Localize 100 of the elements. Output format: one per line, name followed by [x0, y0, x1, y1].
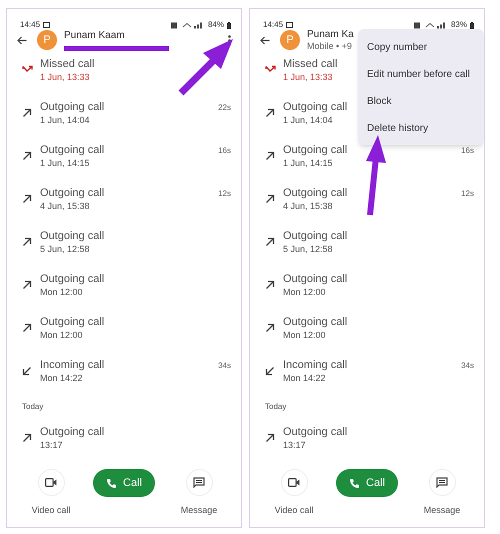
call-time: 1 Jun, 14:04 — [283, 114, 333, 126]
call-type: Incoming call — [283, 358, 348, 372]
call-button[interactable]: Call — [93, 469, 155, 497]
call-time: Mon 12:00 — [283, 329, 326, 341]
call-type: Outgoing call — [283, 100, 348, 114]
call-time: 1 Jun, 14:15 — [283, 157, 333, 169]
call-duration: 34s — [218, 360, 231, 372]
outgoing-arrow-icon — [22, 237, 32, 247]
contact-name: Punam Ka — [307, 28, 354, 41]
action-label: Message — [180, 504, 218, 517]
call-type: Missed call — [40, 57, 94, 71]
gallery-icon — [43, 22, 50, 28]
menu-item[interactable]: Edit number before call — [358, 61, 484, 88]
status-time: 14:45 — [20, 21, 40, 29]
message-icon — [193, 477, 205, 488]
outgoing-arrow-icon — [265, 194, 275, 204]
call-type: Outgoing call — [283, 229, 348, 243]
call-time: 4 Jun, 15:38 — [283, 200, 333, 212]
missed-call-icon — [265, 65, 276, 74]
call-time: 13:17 — [283, 439, 306, 451]
action-label: Message — [424, 504, 460, 517]
outgoing-arrow-icon — [265, 151, 275, 161]
message-button[interactable] — [186, 469, 212, 496]
call-type: Outgoing call — [40, 229, 104, 243]
back-arrow-icon[interactable] — [17, 36, 27, 44]
call-time: 1 Jun, 14:04 — [40, 114, 90, 126]
call-time: 4 Jun, 15:38 — [40, 200, 90, 212]
status-icons-drawing — [170, 22, 205, 28]
call-type: Outgoing call — [283, 143, 348, 157]
outgoing-arrow-icon — [22, 323, 32, 333]
video-camera-icon — [45, 478, 57, 487]
action-label: Video call — [274, 504, 314, 517]
call-time: 5 Jun, 12:58 — [283, 243, 333, 255]
call-time: 1 Jun, 14:15 — [40, 157, 90, 169]
contact-name: Punam Kaam — [64, 29, 125, 42]
status-icons-drawing — [414, 22, 448, 28]
call-type: Outgoing call — [40, 315, 104, 329]
battery-percent: 84% — [208, 21, 224, 29]
call-type: Outgoing call — [40, 100, 104, 114]
phone-icon — [106, 478, 118, 488]
call-time: 1 Jun, 13:33 — [40, 71, 90, 83]
action-label: Video call — [32, 504, 70, 517]
video-call-button[interactable] — [38, 469, 64, 496]
outgoing-arrow-icon — [22, 108, 32, 118]
contact-number: Mobile • +9 — [307, 41, 352, 52]
call-time: 13:17 — [40, 439, 63, 451]
section-header: Today — [22, 401, 44, 413]
call-duration: 22s — [218, 102, 231, 114]
call-time: Mon 14:22 — [40, 372, 83, 384]
call-duration: 34s — [461, 360, 474, 372]
call-type: Outgoing call — [40, 425, 104, 439]
outgoing-arrow-icon — [265, 237, 275, 247]
menu-item[interactable]: Copy number — [358, 34, 484, 61]
contact-avatar: P — [37, 30, 57, 50]
call-time: Mon 12:00 — [283, 286, 326, 298]
battery-icon — [227, 22, 231, 28]
call-duration: 12s — [461, 188, 474, 200]
call-type: Outgoing call — [40, 143, 104, 157]
call-time: Mon 12:00 — [40, 286, 83, 298]
menu-item[interactable]: Block — [358, 88, 484, 115]
battery-icon — [470, 22, 474, 28]
video-call-button[interactable] — [280, 469, 308, 496]
battery-percent: 83% — [450, 21, 467, 29]
outgoing-arrow-icon — [22, 151, 32, 161]
incoming-arrow-icon — [22, 366, 32, 376]
call-time: Mon 14:22 — [283, 372, 326, 384]
call-type: Outgoing call — [283, 315, 348, 329]
gallery-icon — [286, 22, 294, 28]
call-type: Outgoing call — [283, 425, 348, 439]
incoming-arrow-icon — [265, 366, 275, 376]
outgoing-arrow-icon — [265, 280, 275, 290]
outgoing-arrow-icon — [265, 433, 275, 443]
outgoing-arrow-icon — [22, 433, 32, 443]
call-button[interactable]: Call — [336, 469, 398, 497]
status-time: 14:45 — [263, 21, 284, 29]
call-type: Outgoing call — [40, 186, 104, 200]
call-time: 5 Jun, 12:58 — [40, 243, 90, 255]
call-time: Mon 12:00 — [40, 329, 83, 341]
call-type: Incoming call — [40, 358, 104, 372]
message-icon — [436, 477, 448, 488]
call-type: Outgoing call — [40, 272, 104, 286]
section-header: Today — [265, 401, 286, 413]
call-type: Outgoing call — [283, 272, 348, 286]
call-duration: 16s — [461, 145, 474, 157]
call-duration: 12s — [218, 188, 231, 200]
outgoing-arrow-icon — [265, 323, 275, 333]
phone-icon — [349, 478, 360, 488]
outgoing-arrow-icon — [265, 108, 275, 118]
call-type: Missed call — [283, 57, 338, 71]
call-time: 1 Jun, 13:33 — [283, 71, 333, 83]
missed-call-icon — [22, 65, 33, 74]
call-type: Outgoing call — [283, 186, 348, 200]
call-duration: 16s — [218, 145, 231, 157]
contact-avatar: P — [280, 30, 300, 50]
video-camera-icon — [288, 478, 300, 487]
outgoing-arrow-icon — [22, 280, 32, 290]
outgoing-arrow-icon — [22, 194, 32, 204]
menu-item[interactable]: Delete history — [358, 115, 484, 142]
message-button[interactable] — [428, 469, 456, 496]
back-arrow-icon[interactable] — [260, 36, 270, 44]
